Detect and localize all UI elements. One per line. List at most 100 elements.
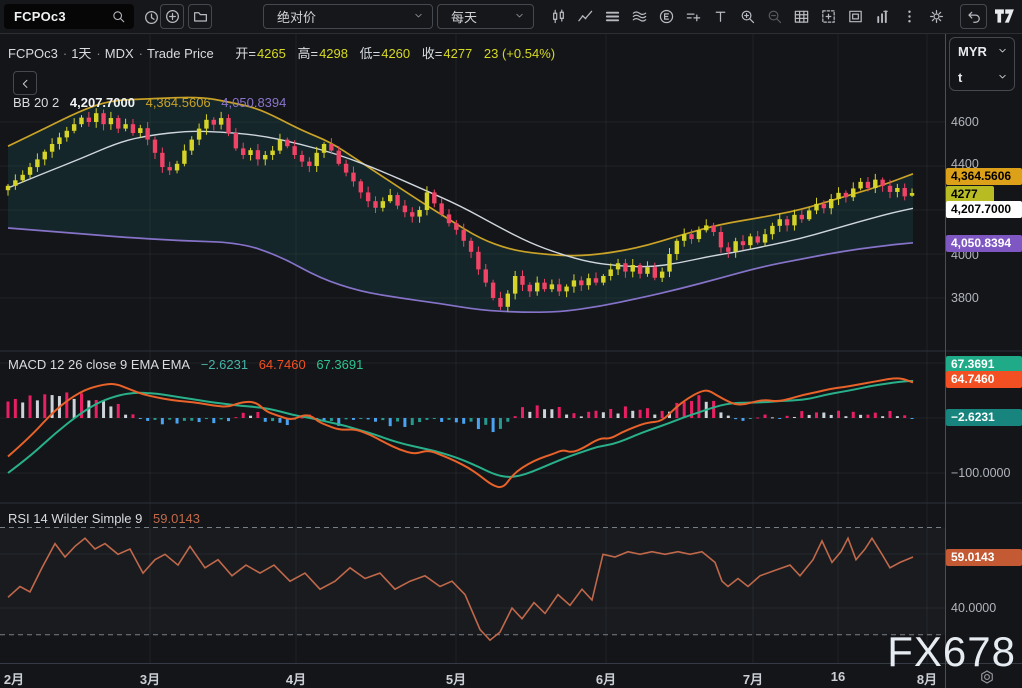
panel-icon[interactable] — [843, 4, 867, 29]
candlestick-style-icon[interactable] — [546, 4, 570, 29]
time-axis[interactable]: 2月3月4月5月6月7月168月 — [0, 663, 1022, 688]
macd-hist-bar — [852, 412, 855, 418]
macd-hist-bar — [822, 413, 825, 418]
symbol-search-box[interactable]: FCPOc3 — [4, 4, 134, 29]
add-circle-icon[interactable] — [160, 4, 184, 29]
candle — [439, 203, 443, 214]
price-line-tool-icon[interactable] — [681, 4, 705, 29]
macd-hist-bar — [617, 414, 620, 418]
indicators-icon[interactable] — [573, 4, 597, 29]
macd-hist-bar — [256, 412, 259, 418]
candle — [292, 146, 296, 155]
macd-hist-bar — [580, 416, 583, 418]
chevron-down-icon — [514, 9, 525, 24]
undo-icon[interactable] — [960, 4, 987, 29]
fx678-watermark: FX678 — [887, 628, 1016, 676]
macd-hist-bar — [109, 406, 112, 418]
candle — [212, 120, 216, 125]
macd-hist-bar — [36, 400, 39, 418]
candle — [704, 225, 708, 230]
candle — [241, 148, 245, 155]
macd-hist-bar — [425, 418, 428, 420]
collapse-panel-button[interactable] — [13, 71, 37, 95]
snapshot-icon[interactable] — [816, 4, 840, 29]
candle — [300, 155, 304, 162]
candle — [741, 241, 745, 245]
macd-hist-bar — [433, 418, 436, 419]
macd-hist-bar — [117, 404, 120, 418]
zoom-in-icon[interactable] — [735, 4, 759, 29]
candle — [880, 180, 884, 186]
events-icon[interactable] — [654, 4, 678, 29]
macd-hist-bar — [808, 415, 811, 418]
macd-hist-bar — [844, 416, 847, 418]
macd-hist-bar — [639, 410, 642, 418]
candle — [609, 269, 613, 276]
candle — [844, 193, 848, 197]
macd-hist-bar — [683, 402, 686, 418]
candle — [498, 298, 502, 307]
bar-replay-icon[interactable] — [870, 4, 894, 29]
zoom-out-icon[interactable] — [762, 4, 786, 29]
settings-gear-icon[interactable] — [924, 4, 948, 29]
macd-hist-bar — [749, 418, 752, 419]
candle — [123, 124, 127, 128]
waves-icon[interactable] — [627, 4, 651, 29]
unit-dropdown[interactable]: t — [950, 64, 1014, 90]
candle — [307, 162, 311, 166]
candle — [638, 265, 642, 274]
macd-indicator-legend[interactable]: MACD 12 26 close 9 EMA EMA −2.6231 64.74… — [8, 357, 370, 372]
more-options-icon[interactable] — [897, 4, 921, 29]
macd-hist-bar — [911, 418, 914, 419]
candle — [204, 120, 208, 129]
candle — [153, 140, 157, 153]
macd-hist-bar — [881, 416, 884, 418]
candle — [528, 285, 532, 292]
macd-hist-bar — [124, 415, 127, 418]
bb-indicator-legend[interactable]: BB 20 2 4,207.7000 4,364.5606 4,050.8394 — [13, 95, 293, 110]
macd-hist-bar — [521, 407, 524, 418]
candle — [79, 118, 83, 125]
macd-hist-bar — [73, 399, 76, 418]
candle — [263, 155, 267, 159]
candle — [160, 153, 164, 167]
currency-dropdown[interactable]: MYR — [950, 38, 1014, 64]
macd-hist-bar — [859, 415, 862, 418]
macd-hist-bar — [587, 412, 590, 418]
bb-mid-value: 4,207.7000 — [70, 95, 135, 110]
candle — [660, 272, 664, 278]
macd-hist-bar — [367, 418, 370, 419]
tradingview-chart-app: FCPOc3 绝对价 每天 FCPOc3·1天·MDX·Trade Price … — [0, 0, 1022, 688]
macd-hist-bar — [65, 392, 68, 418]
symbol-text: FCPOc3 — [14, 9, 66, 24]
rsi-indicator-legend[interactable]: RSI 14 Wilder Simple 9 59.0143 — [8, 511, 207, 526]
candle — [697, 230, 701, 239]
bb-lower-value: 4,050.8394 — [221, 95, 286, 110]
macd-hist-bar — [161, 418, 164, 424]
candle — [807, 210, 811, 219]
candle — [484, 269, 488, 282]
folder-icon[interactable] — [188, 4, 212, 29]
price-type-dropdown[interactable]: 绝对价 — [263, 4, 433, 29]
candle — [219, 118, 223, 125]
tradingview-logo-icon[interactable] — [993, 6, 1017, 26]
table-icon[interactable] — [789, 4, 813, 29]
candle — [226, 118, 230, 133]
interval-dropdown[interactable]: 每天 — [437, 4, 534, 29]
candle — [689, 234, 693, 239]
candle — [344, 164, 348, 173]
macd-hist-bar — [734, 418, 737, 419]
time-axis-label: 3月 — [140, 669, 160, 688]
candle — [278, 140, 282, 151]
compare-layers-icon[interactable] — [600, 4, 624, 29]
candle — [315, 153, 319, 166]
text-tool-icon[interactable] — [708, 4, 732, 29]
candle — [748, 236, 752, 245]
candle — [711, 225, 715, 232]
candle — [462, 230, 466, 241]
macd-hist-bar — [565, 415, 568, 418]
macd-hist-bar — [168, 418, 171, 420]
candle — [601, 276, 605, 283]
symbol-name[interactable]: FCPOc3 — [8, 46, 58, 61]
macd-hist-bar — [815, 412, 818, 418]
